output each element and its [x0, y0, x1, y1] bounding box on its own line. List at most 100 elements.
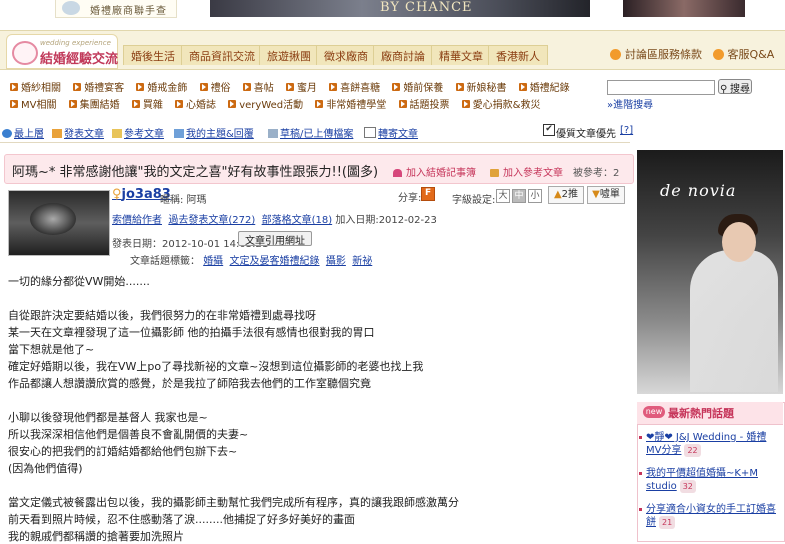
font-size-label: 字級設定: — [452, 195, 496, 206]
top-level-link[interactable]: 最上層 — [2, 125, 44, 140]
nav-tab-after-wedding[interactable]: 婚後生活 — [123, 45, 183, 65]
quality-help-link[interactable]: [?] — [620, 125, 633, 136]
font-size-large[interactable]: 大 — [496, 189, 510, 203]
nav-tab-product-info[interactable]: 商品資訊交流 — [181, 45, 263, 65]
divider — [0, 142, 630, 143]
brand-title: 結婚經驗交流 — [40, 52, 119, 67]
site-logo[interactable]: 婚禮廠商聯手查 — [55, 0, 177, 18]
drafts-link[interactable]: 草稿/已上傳檔案 — [268, 125, 353, 140]
reference-count: 被參考：2 — [573, 168, 620, 179]
post-body-line: 所以我深深相信他們是個善良不會亂開價的夫妻~ — [8, 428, 249, 441]
push-button[interactable]: ▲2推 — [548, 186, 584, 204]
logo-text: 婚禮廠商聯手查 — [90, 6, 167, 17]
post-body-line: 自從跟許決定要結婚以後，我們很努力的在非常婚禮到處尋找呀 — [8, 309, 316, 322]
hot-topic-item[interactable]: ❤靜❤ J&J Wedding - 婚禮MV分享 22 — [639, 431, 776, 457]
category-link[interactable]: 新娘秘書 — [455, 83, 507, 94]
category-link[interactable]: 婚前保養 — [392, 83, 443, 94]
category-link[interactable]: 非常婚禮學堂 — [315, 100, 386, 111]
post-body-line: 一切的緣分都從VW開始....... — [8, 275, 150, 288]
new-post-link[interactable]: 發表文章 — [52, 125, 104, 140]
category-link[interactable]: 禮俗 — [199, 83, 231, 94]
quality-first-checkbox[interactable]: ✔ — [543, 124, 555, 136]
tag-link[interactable]: 攝影 — [326, 256, 346, 267]
post-body-line: 確定好婚期以後，我在VW上po了尋找新祕的文章~沒想到這位攝影師的老婆也找上我 — [8, 360, 424, 373]
font-size-small[interactable]: 小 — [528, 189, 542, 203]
terms-link[interactable]: 討論區服務條款 — [625, 48, 702, 61]
user-icon: ♀ — [112, 187, 122, 202]
post-body-line: 當下想就是他了~ — [8, 343, 95, 356]
category-link[interactable]: 蜜月 — [285, 83, 317, 94]
category-link[interactable]: veryWed活動 — [228, 100, 303, 111]
join-date: 加入日期:2012-02-23 — [335, 215, 437, 226]
font-size-medium[interactable]: 中 — [512, 189, 526, 203]
category-row-1: 婚紗相關 婚禮宴客 婚戒金飾 禮俗 喜帖 蜜月 喜餅喜糖 婚前保養 新娘秘書 婚… — [10, 79, 579, 94]
category-link[interactable]: 婚戒金飾 — [136, 83, 187, 94]
category-link[interactable]: 話題投票 — [398, 100, 450, 111]
post-body-line: 前天看到照片時候，忍不住感動落了淚........他捕捉了好多好美好的畫面 — [8, 513, 355, 526]
forward-post-link[interactable]: 轉寄文章 — [364, 125, 418, 140]
search-button[interactable]: ⚲ 搜尋 — [718, 79, 752, 95]
reply-count: 22 — [684, 444, 701, 457]
author-link[interactable]: 索價給作者 — [112, 215, 162, 226]
hot-topic-item[interactable]: 我的平價超值婚攝~K+M studio 32 — [639, 467, 776, 493]
up-icon — [2, 129, 12, 138]
ad-model-face — [722, 222, 756, 262]
nav-tab-featured[interactable]: 精華文章 — [431, 45, 491, 65]
folder-icon — [112, 129, 122, 138]
author-link[interactable]: 部落格文章(18) — [262, 215, 333, 226]
category-link[interactable]: 買雜 — [131, 100, 163, 111]
hot-topic-item[interactable]: 分享適合小資女的手工訂婚喜餅 21 — [639, 503, 776, 529]
nav-tab-travel[interactable]: 旅遊揪團 — [259, 45, 319, 65]
post-body-line: 很安心的把我們的訂婚結婚都給他們包辦下去~ — [8, 445, 238, 458]
tag-link[interactable]: 新祕 — [352, 256, 372, 267]
share-facebook-icon[interactable]: F — [421, 187, 435, 201]
pencil-icon — [52, 129, 62, 138]
help-icon — [712, 49, 724, 60]
reply-count: 21 — [659, 516, 676, 529]
category-link[interactable]: 婚禮紀錄 — [518, 83, 570, 94]
nav-tab-vendor-discussion[interactable]: 廠商討論 — [373, 45, 433, 65]
thumb-up-icon: ▲ — [553, 189, 562, 200]
category-link[interactable]: 愛心捐款&救災 — [461, 100, 541, 111]
faq-link[interactable]: 客服Q&A — [728, 48, 775, 61]
my-topics-link[interactable]: 我的主題&回覆 — [174, 125, 254, 140]
thumb-down-icon: ▼ — [592, 189, 600, 200]
quality-first-label: 優質文章優先 — [556, 129, 616, 140]
copy-link-button[interactable]: 文章引用網址 — [238, 231, 312, 247]
nav-right-links: 討論區服務條款 客服Q&A — [610, 46, 774, 62]
reference-posts-link[interactable]: 參考文章 — [112, 125, 164, 140]
ring-icon — [12, 41, 38, 65]
nav-tab-seek-vendor[interactable]: 徵求廠商 — [316, 45, 376, 65]
category-link[interactable]: MV相關 — [10, 100, 56, 111]
category-link[interactable]: 喜帖 — [242, 83, 274, 94]
category-link[interactable]: 婚紗相關 — [10, 83, 61, 94]
avatar-photo — [30, 203, 76, 235]
author-nickname: 暱稱: 阿瑪 — [160, 195, 207, 206]
boo-button[interactable]: ▼噓單 — [587, 186, 625, 204]
post-body-line: 作品都讓人想讚讚欣賞的感覺，於是我拉了師陪我去他們的工作室聽個究竟 — [8, 377, 371, 390]
tag-link[interactable]: 文定及晏客婚禮紀錄 — [230, 256, 320, 267]
advanced-search-link[interactable]: »進階搜尋 — [607, 96, 653, 111]
search-input[interactable] — [607, 80, 715, 95]
author-links: 索價給作者 過去發表文章(272) 部落格文章(18) 加入日期:2012-02… — [112, 211, 437, 226]
author-link[interactable]: 過去發表文章(272) — [168, 215, 255, 226]
tag-link[interactable]: 婚攝 — [203, 256, 223, 267]
add-to-wedding-diary-link[interactable]: 加入結婚記事簿 — [393, 164, 476, 179]
ad-brand-text: de novia — [660, 181, 737, 200]
category-link[interactable]: 喜餅喜糖 — [329, 83, 380, 94]
add-reference-link[interactable]: 加入參考文章 — [490, 164, 563, 179]
post-body-line: 某一天在文章裡發現了這一位攝影師 他的拍攝手法很有感情也很對我的胃口 — [8, 326, 375, 339]
nav-tab-hongkong[interactable]: 香港新人 — [488, 45, 548, 65]
reply-count: 32 — [679, 480, 696, 493]
category-link[interactable]: 集團結婚 — [68, 100, 120, 111]
info-icon — [610, 49, 621, 60]
banner-ad-right[interactable] — [623, 0, 745, 17]
logo-icon — [62, 1, 80, 15]
banner-ad[interactable]: BY CHANCE — [210, 0, 590, 17]
mail-icon — [364, 127, 376, 138]
heart-icon — [393, 169, 402, 177]
ad-dress-image — [690, 250, 778, 392]
category-link[interactable]: 心婚誌 — [175, 100, 216, 111]
brand-subtitle: wedding experience — [40, 39, 111, 47]
category-link[interactable]: 婚禮宴客 — [73, 83, 124, 94]
